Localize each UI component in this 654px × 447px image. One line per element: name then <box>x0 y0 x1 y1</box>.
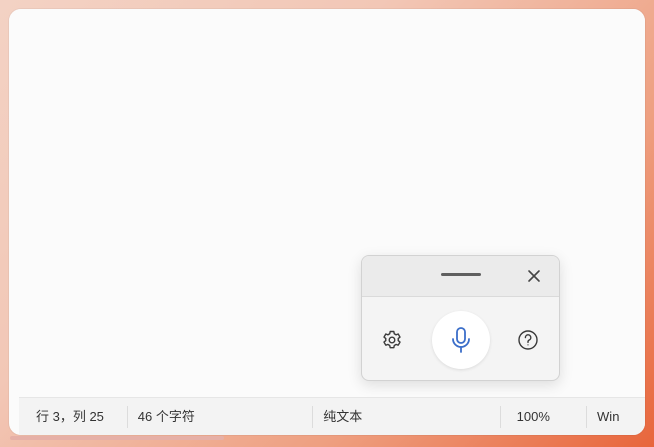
cursor-position: 行 3，列 25 <box>36 409 104 424</box>
gear-icon[interactable] <box>380 328 404 352</box>
line-ending: Win <box>586 406 645 428</box>
zoom-level: 100% <box>499 406 586 428</box>
character-count: 46 个字符 <box>126 406 312 428</box>
microphone-button[interactable] <box>432 311 490 369</box>
status-bar: 行 3，列 25 46 个字符 纯文本 100% Win <box>19 397 645 435</box>
voice-typing-titlebar[interactable] <box>362 256 559 297</box>
close-icon[interactable] <box>524 266 544 286</box>
text-format: 纯文本 <box>312 406 499 428</box>
microphone-icon <box>452 327 470 353</box>
help-icon[interactable] <box>516 328 540 352</box>
voice-typing-panel <box>361 255 560 381</box>
taskbar-accent <box>10 436 224 440</box>
drag-handle-icon[interactable] <box>441 273 481 276</box>
